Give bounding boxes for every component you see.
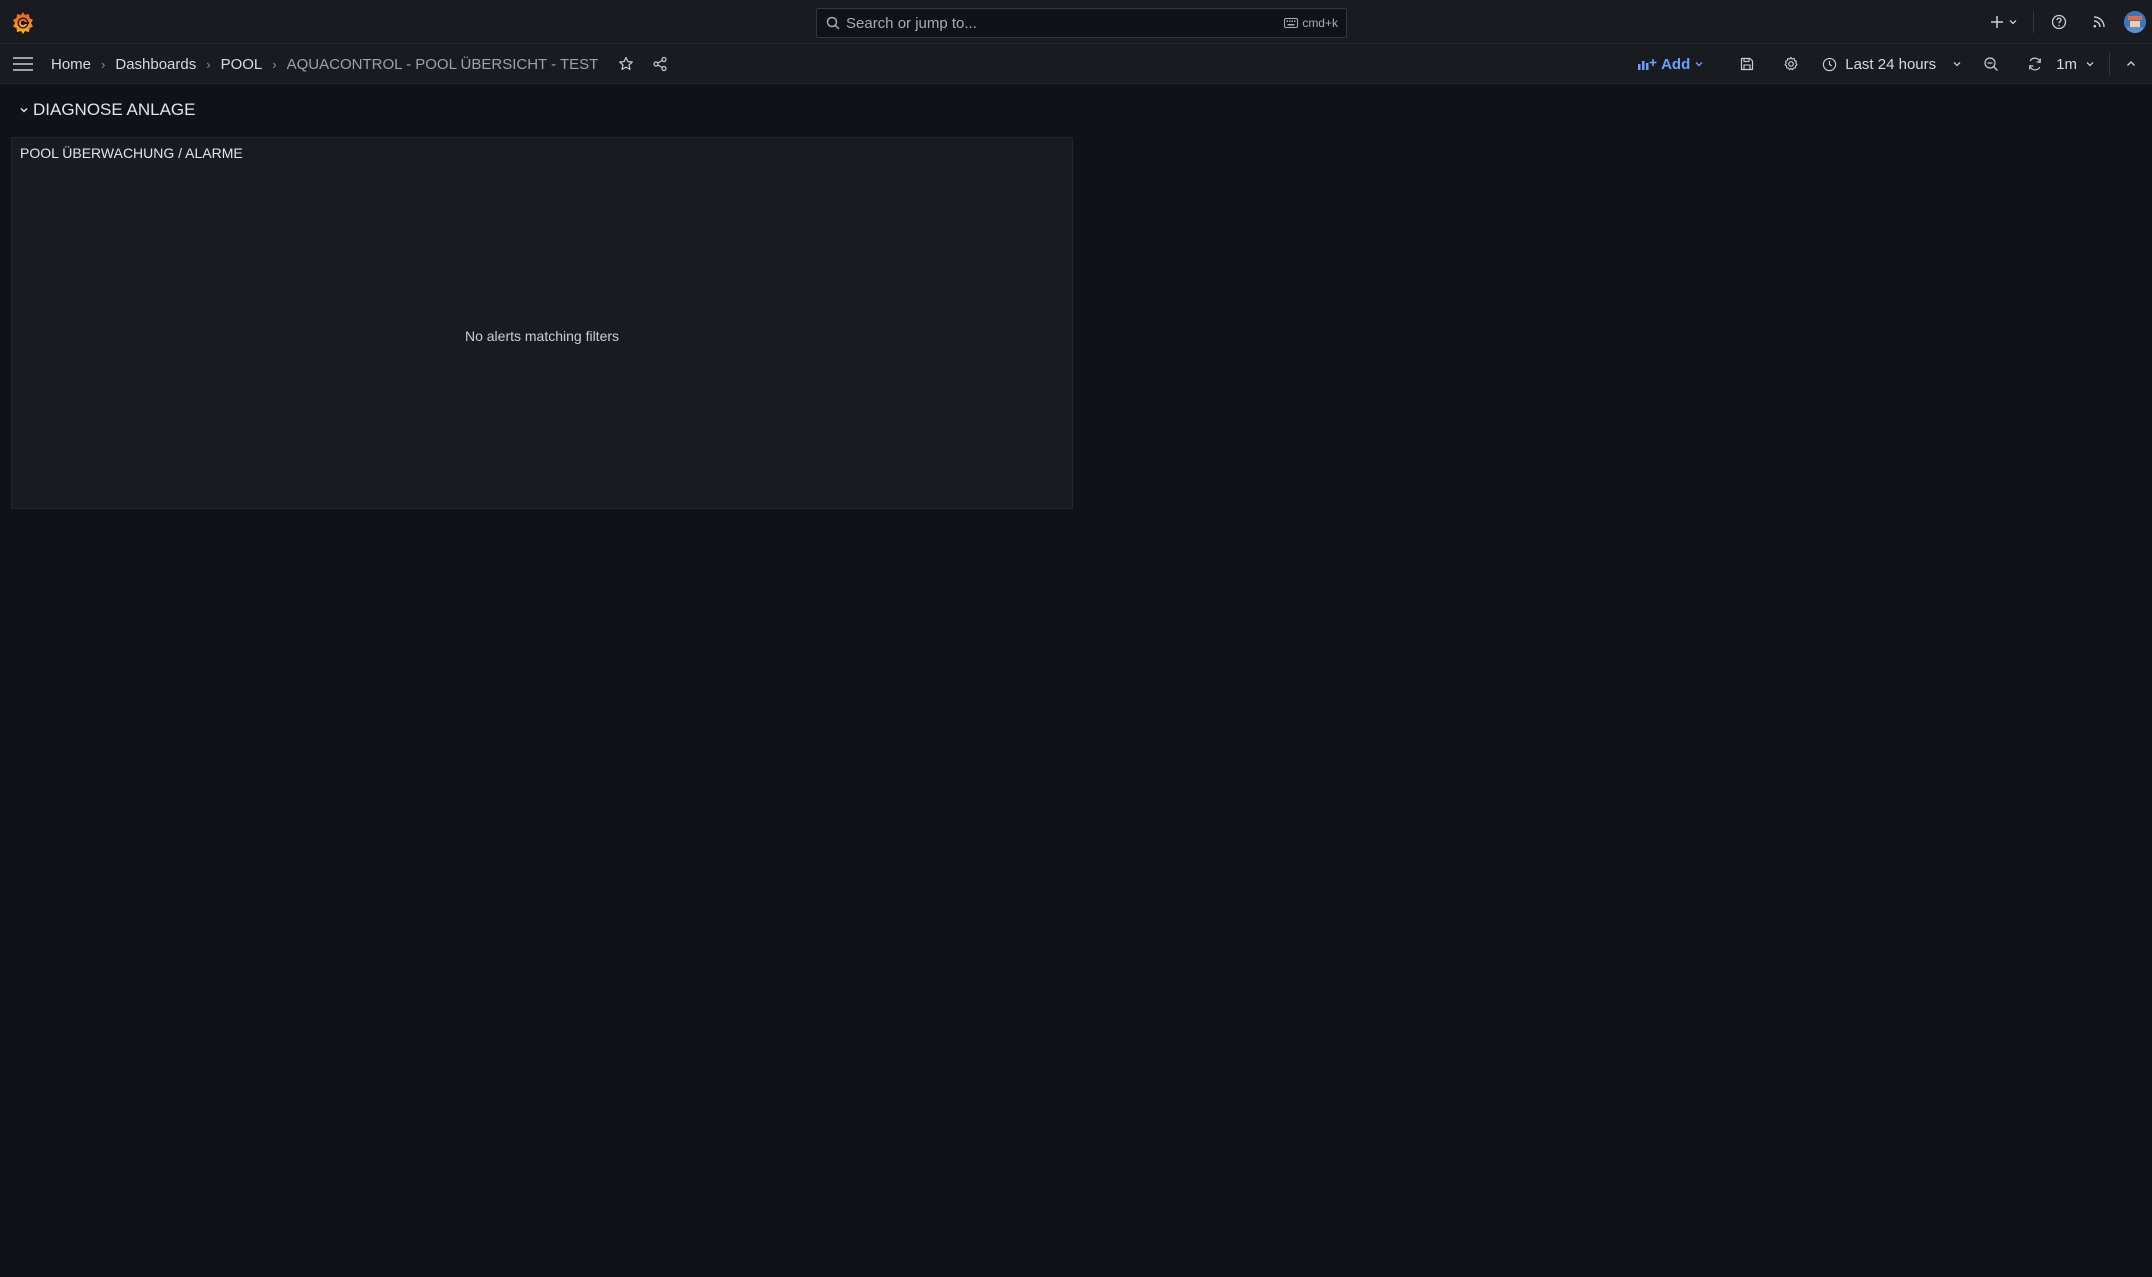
dashboard-settings-button[interactable] xyxy=(1778,51,1804,77)
gear-icon xyxy=(1784,56,1798,71)
keyboard-icon xyxy=(1284,18,1299,28)
chevron-up-icon xyxy=(2127,61,2135,66)
chevron-down-icon xyxy=(2009,20,2017,25)
search-shortcut-label: cmd+k xyxy=(1302,16,1338,30)
breadcrumb-home[interactable]: Home xyxy=(51,56,91,73)
chevron-down-icon xyxy=(1953,62,1961,67)
share-icon xyxy=(653,56,667,72)
add-button-label: Add xyxy=(1661,55,1691,73)
panel-title[interactable]: POOL ÜBERWACHUNG / ALARME xyxy=(20,145,243,161)
dashboard-nav-bar: Home › Dashboards › POOL › AQUACONTROL -… xyxy=(0,44,2152,84)
news-button[interactable] xyxy=(2084,7,2114,37)
dashboard-controls: Add Last 24 hours 1m xyxy=(1637,44,2144,84)
refresh-button[interactable] xyxy=(2022,51,2048,77)
hamburger-menu-icon xyxy=(13,57,33,71)
breadcrumb-separator: › xyxy=(101,56,106,72)
search-placeholder: Search or jump to... xyxy=(846,14,977,32)
chevron-down-icon xyxy=(2086,62,2094,67)
zoom-out-icon xyxy=(1984,57,1999,71)
breadcrumb-dashboards[interactable]: Dashboards xyxy=(115,56,196,73)
search-shortcut: cmd+k xyxy=(1284,16,1338,30)
divider xyxy=(2109,53,2110,75)
grafana-logo-icon[interactable] xyxy=(10,10,36,36)
new-menu-button[interactable] xyxy=(1985,7,2023,37)
top-bar: Search or jump to... cmd+k xyxy=(0,0,2152,44)
refresh-icon xyxy=(2029,57,2042,71)
breadcrumb-separator: › xyxy=(206,56,211,72)
chevron-down-icon xyxy=(20,108,28,113)
breadcrumb-current-dashboard: AQUACONTROL - POOL ÜBERSICHT - TEST xyxy=(286,55,599,73)
search-icon xyxy=(826,16,840,30)
share-button[interactable] xyxy=(650,54,670,74)
zoom-out-button[interactable] xyxy=(1978,51,2004,77)
add-panel-icon xyxy=(1638,59,1657,70)
panel-empty-message: No alerts matching filters xyxy=(464,328,620,344)
divider xyxy=(2033,11,2034,33)
dashboard-row-diagnose-anlage[interactable]: DIAGNOSE ANLAGE xyxy=(18,100,196,120)
breadcrumb: Home › Dashboards › POOL › AQUACONTROL -… xyxy=(51,44,670,84)
clock-icon xyxy=(1823,57,1837,71)
alert-list-panel: POOL ÜBERWACHUNG / ALARME No alerts matc… xyxy=(11,137,1073,509)
help-icon xyxy=(2051,14,2067,30)
refresh-interval-label: 1m xyxy=(2056,55,2077,73)
star-icon xyxy=(619,56,634,70)
top-actions xyxy=(1985,0,2152,44)
breadcrumb-separator: › xyxy=(272,56,277,72)
collapse-toolbar-button[interactable] xyxy=(2118,51,2144,77)
save-dashboard-button[interactable] xyxy=(1734,51,1760,77)
breadcrumb-pool-folder[interactable]: POOL xyxy=(221,56,263,73)
search-input[interactable]: Search or jump to... cmd+k xyxy=(816,8,1347,38)
mark-favorite-button[interactable] xyxy=(616,54,636,74)
rss-icon xyxy=(2093,16,2105,28)
chevron-down-icon xyxy=(1695,62,1703,67)
help-button[interactable] xyxy=(2044,7,2074,37)
plus-icon xyxy=(1991,16,2003,28)
save-icon xyxy=(1741,57,1754,71)
row-title: DIAGNOSE ANLAGE xyxy=(33,100,196,119)
user-avatar-icon xyxy=(2124,11,2146,33)
add-button[interactable]: Add xyxy=(1637,56,1708,73)
refresh-interval-picker[interactable]: 1m xyxy=(2056,56,2095,73)
avatar[interactable] xyxy=(2124,11,2146,33)
time-range-label: Last 24 hours xyxy=(1845,55,1937,73)
time-range-picker[interactable]: Last 24 hours xyxy=(1822,56,1962,73)
menu-button[interactable] xyxy=(10,50,36,78)
